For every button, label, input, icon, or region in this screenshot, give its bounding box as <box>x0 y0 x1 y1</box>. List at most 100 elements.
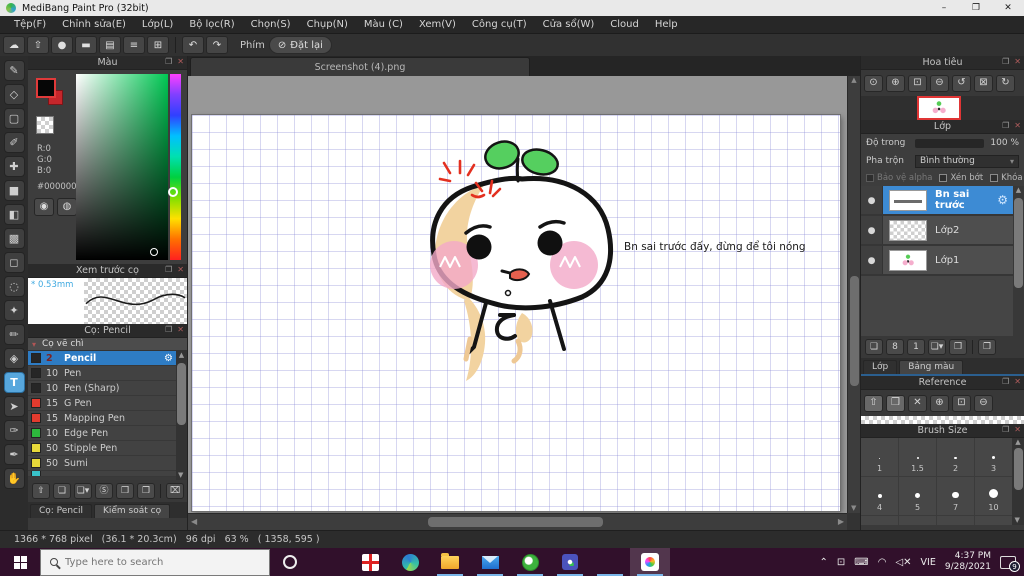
zoom-tool-icon[interactable]: ⊙ <box>864 74 883 92</box>
export-icon[interactable]: ⇧ <box>27 36 49 54</box>
volume-mute-icon[interactable]: ◁✕ <box>895 557 911 568</box>
layer-row[interactable]: ● Lớp1 <box>861 246 1013 276</box>
checkbox-3[interactable]: Khóa <box>990 173 1023 183</box>
magic-wand-tool-icon[interactable]: ✦ <box>3 300 25 321</box>
ref-open-folder-icon[interactable]: ❒ <box>886 394 905 412</box>
foreground-color-swatch[interactable] <box>36 78 56 98</box>
menu-item[interactable]: Chọn(S) <box>243 19 299 30</box>
pen-tool-icon[interactable]: ✎ <box>3 60 25 81</box>
taskbar-app-coccoc[interactable] <box>510 548 550 576</box>
scroll-up-icon[interactable]: ▲ <box>1015 438 1020 446</box>
layer-folder-icon[interactable]: ❒ <box>949 339 967 355</box>
lasso-tool-icon[interactable]: ◌ <box>3 276 25 297</box>
reset-button[interactable]: ⊘ Đặt lại <box>268 36 332 54</box>
eyedropper-tool-icon[interactable]: ✑ <box>3 420 25 441</box>
undo-button[interactable]: ↶ <box>182 36 204 54</box>
brush-size-cell[interactable]: 5 <box>899 477 936 515</box>
scroll-thumb[interactable] <box>428 517 603 527</box>
clock[interactable]: 4:37 PM 9/28/2021 <box>945 551 991 573</box>
scroll-thumb[interactable] <box>850 276 859 386</box>
brush-size-cell[interactable]: 2 <box>937 438 974 476</box>
select-pen-tool-icon[interactable]: ✏ <box>3 324 25 345</box>
minimize-button[interactable]: – <box>928 0 960 16</box>
brush-size-cell[interactable]: 4 <box>861 477 898 515</box>
palette-add-button[interactable]: ◍ <box>57 198 77 216</box>
redo-button[interactable]: ↷ <box>206 36 228 54</box>
fit-window-icon[interactable]: ⊡ <box>908 74 927 92</box>
brush-list-scrollbar[interactable]: ▲ ▼ <box>176 351 187 480</box>
taskbar-app-teams[interactable] <box>550 548 590 576</box>
brush-size-cell[interactable]: 7 <box>937 477 974 515</box>
menu-item[interactable]: Xem(V) <box>411 19 464 30</box>
canvas-vertical-scrollbar[interactable]: ▲ ▼ <box>847 76 860 513</box>
scroll-thumb[interactable] <box>1014 198 1023 288</box>
popout-icon[interactable]: ❐ <box>1002 377 1009 386</box>
brush-folder-icon[interactable]: ❒ <box>116 483 134 499</box>
rotate-right-icon[interactable]: ↻ <box>996 74 1015 92</box>
tray-chevron-icon[interactable]: ⌃ <box>820 557 828 568</box>
cloud-icon[interactable]: ☁ <box>3 36 25 54</box>
canvas-horizontal-scrollbar[interactable]: ◀ ▶ <box>188 513 847 530</box>
grid-window-icon[interactable]: ⊞ <box>147 36 169 54</box>
taskbar-app-edge[interactable] <box>390 548 430 576</box>
fill-shape-tool-icon[interactable]: ■ <box>3 180 25 201</box>
tab-brush[interactable]: Cọ: Pencil <box>30 504 92 518</box>
menu-item[interactable]: Help <box>647 19 686 30</box>
scroll-left-icon[interactable]: ◀ <box>191 517 197 526</box>
scroll-thumb[interactable] <box>1013 448 1023 490</box>
brush-size-cell[interactable]: 1.5 <box>899 438 936 476</box>
document-icon[interactable]: ▤ <box>99 36 121 54</box>
operation-tool-icon[interactable]: ➤ <box>3 396 25 417</box>
popout-icon[interactable]: ❐ <box>165 57 172 66</box>
select-eraser-tool-icon[interactable]: ◈ <box>3 348 25 369</box>
brush-size-cell[interactable]: 1 <box>861 438 898 476</box>
blend-mode-select[interactable]: Bình thường ▾ <box>915 154 1019 168</box>
zoom-in-icon[interactable]: ⊕ <box>886 74 905 92</box>
ref-clear-icon[interactable]: ✕ <box>908 394 927 412</box>
brush-list-item[interactable] <box>28 471 176 477</box>
wifi-icon[interactable]: ◠ <box>878 557 887 568</box>
taskbar-app-gift[interactable] <box>350 548 390 576</box>
brush-size-cell[interactable] <box>899 516 936 525</box>
move-tool-icon[interactable]: ✚ <box>3 156 25 177</box>
brush-list-item[interactable]: 2 Pencil ⚙ <box>28 351 176 366</box>
bucket-tool-icon[interactable]: ◧ <box>3 204 25 225</box>
ref-home-icon[interactable]: ⇧ <box>864 394 883 412</box>
brush-list-item[interactable]: 15 G Pen <box>28 396 176 411</box>
taskbar-app-cortana[interactable] <box>270 548 310 576</box>
navigator-thumbnail[interactable] <box>917 96 961 120</box>
brush-group-row[interactable]: ▾ Cọ vẽ chì <box>28 338 187 351</box>
scroll-right-icon[interactable]: ▶ <box>838 517 844 526</box>
popout-icon[interactable]: ❐ <box>165 325 172 334</box>
taskbar-app-explorer[interactable] <box>430 548 470 576</box>
brush-size-cell[interactable] <box>937 516 974 525</box>
layer-row[interactable]: ● Lớp2 <box>861 216 1013 246</box>
notification-center-icon[interactable]: 9 <box>1000 555 1020 572</box>
brush-list-item[interactable]: 15 Mapping Pen <box>28 411 176 426</box>
close-panel-icon[interactable]: ✕ <box>1014 377 1021 386</box>
tab-layers[interactable]: Lớp <box>863 360 898 374</box>
taskbar-app-anime-app[interactable] <box>590 548 630 576</box>
zoom-out-icon[interactable]: ⊖ <box>930 74 949 92</box>
menu-item[interactable]: Tệp(F) <box>6 19 54 30</box>
menu-item[interactable]: Cửa sổ(W) <box>535 19 603 30</box>
opacity-slider[interactable] <box>915 138 984 148</box>
document-tab[interactable]: Screenshot (4).png <box>190 57 530 76</box>
touch-keyboard-icon[interactable]: ⌨ <box>854 557 868 568</box>
checkbox-1[interactable]: Bảo vệ alpha <box>866 173 932 183</box>
menu-item[interactable]: Công cụ(T) <box>464 19 535 30</box>
start-button[interactable] <box>0 548 40 576</box>
ref-fit-icon[interactable]: ⊡ <box>952 394 971 412</box>
gradient-tool-icon[interactable]: ▩ <box>3 228 25 249</box>
add-brush-menu-icon[interactable]: ❏▾ <box>74 483 92 499</box>
checkbox-2[interactable]: Xén bớt <box>939 173 983 183</box>
brush-size-cell[interactable]: 10 <box>975 477 1012 515</box>
popout-icon[interactable]: ❐ <box>165 265 172 274</box>
rotate-left-icon[interactable]: ↺ <box>952 74 971 92</box>
close-panel-icon[interactable]: ✕ <box>1014 425 1021 434</box>
scroll-up-icon[interactable]: ▲ <box>851 76 856 84</box>
transparent-color-swatch[interactable] <box>36 116 54 134</box>
duplicate-brush-icon[interactable]: ❐ <box>137 483 155 499</box>
layer-visibility-icon[interactable]: ● <box>861 186 883 214</box>
menu-item[interactable]: Chỉnh sửa(E) <box>54 19 134 30</box>
